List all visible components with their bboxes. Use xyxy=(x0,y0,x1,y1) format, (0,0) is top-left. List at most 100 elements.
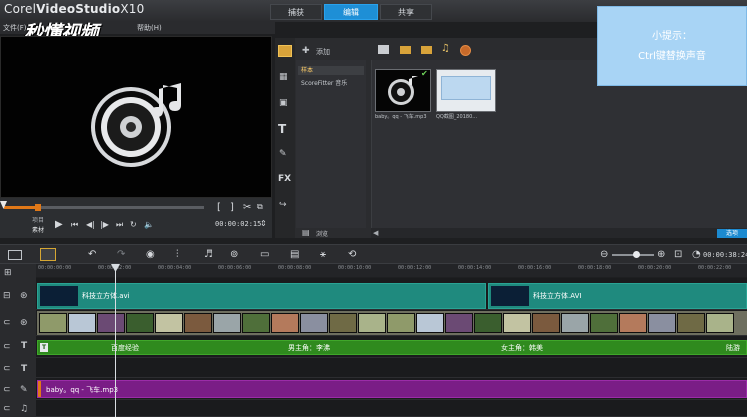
graphic-icon[interactable]: ✎ xyxy=(279,149,287,159)
split-screen-icon[interactable]: ⚹ xyxy=(320,249,326,260)
filter-icon[interactable]: FX xyxy=(278,174,291,184)
media-category-icon[interactable] xyxy=(278,45,292,57)
subtitle-editor-icon[interactable]: ▭ xyxy=(260,249,269,260)
menu-file[interactable]: 文件(F) xyxy=(3,23,27,33)
split-icon[interactable]: ✂ xyxy=(243,202,251,213)
overlay-track-icon: ⊛ xyxy=(20,318,28,328)
library-folder-scorefitter[interactable]: ScoreFitter 音乐 xyxy=(298,79,364,88)
previous-frame-icon[interactable]: ◀| xyxy=(86,220,95,229)
photo-thumb xyxy=(503,313,531,333)
library-folder-sample[interactable]: 样本 xyxy=(298,66,364,75)
transition-icon[interactable]: ▣ xyxy=(279,98,288,108)
library-thumb-image-caption: QQ截图_20180... xyxy=(436,114,478,120)
storyboard-view-icon[interactable] xyxy=(8,250,22,260)
ruler-label: 00:00:16:00 xyxy=(518,265,552,271)
mode-clip[interactable]: 素材 xyxy=(32,225,44,234)
tip-title: 小提示： xyxy=(652,31,692,42)
zoom-in-icon[interactable]: ⊕ xyxy=(657,249,665,260)
ruler-label: 00:00:06:00 xyxy=(218,265,252,271)
photo-thumb xyxy=(416,313,444,333)
browse-label[interactable]: 浏览 xyxy=(316,229,328,238)
undo-icon[interactable]: ↶ xyxy=(88,249,96,260)
add-folder-label[interactable]: 添加 xyxy=(316,47,330,57)
track-lock-icon[interactable]: ⊂ xyxy=(3,318,11,328)
photo-thumb xyxy=(97,313,125,333)
multi-trim-icon[interactable]: ▤ xyxy=(290,249,299,260)
fit-project-icon[interactable]: ⊡ xyxy=(674,249,682,260)
title-icon[interactable]: T xyxy=(278,122,286,136)
sound-mixer-icon[interactable]: ⫶ xyxy=(176,249,179,260)
mask-creator-icon[interactable]: ⟲ xyxy=(348,249,356,260)
music-file-icon xyxy=(91,83,181,167)
auto-music-icon[interactable]: ♬ xyxy=(204,249,213,260)
timeline-view-icon[interactable] xyxy=(40,248,56,261)
next-frame-icon[interactable]: |▶ xyxy=(100,220,109,229)
timecode[interactable]: 00:00:02:15 xyxy=(215,220,261,228)
record-capture-icon[interactable]: ◉ xyxy=(146,249,155,260)
ruler-label: 00:00:20:00 xyxy=(638,265,672,271)
redo-icon[interactable]: ↷ xyxy=(117,249,125,260)
import-folder-icon[interactable] xyxy=(378,45,389,54)
photo-thumb xyxy=(300,313,328,333)
title-track-2[interactable] xyxy=(36,358,747,378)
title-track-2-icon: T xyxy=(21,364,28,374)
video-filter-icon[interactable] xyxy=(400,46,411,54)
library-thumb-audio-caption: baby。qq - 飞车.mp3 xyxy=(375,114,427,120)
title-track-lock-icon[interactable]: ⊂ xyxy=(3,342,11,352)
mark-out-button[interactable]: ] xyxy=(230,202,234,213)
volume-icon[interactable]: 🔈 xyxy=(144,220,154,229)
library-thumb-image[interactable] xyxy=(436,69,496,112)
music-track[interactable] xyxy=(36,400,747,417)
scrubber-handle[interactable] xyxy=(35,204,41,211)
photo-thumb xyxy=(648,313,676,333)
sort-icon[interactable] xyxy=(460,45,471,56)
ruler-label: 00:00:12:00 xyxy=(398,265,432,271)
photo-thumb xyxy=(532,313,560,333)
show-all-tracks-icon[interactable]: ⊞ xyxy=(4,268,12,278)
music-clip[interactable]: baby。qq - 飞车.mp3 xyxy=(37,380,747,398)
title-track-icon: T xyxy=(21,341,28,351)
video-clip[interactable]: 科技立方体.AVI xyxy=(488,283,747,309)
video-clip[interactable]: 科技立方体.avi xyxy=(37,283,486,309)
zoom-slider-handle[interactable] xyxy=(633,251,640,258)
options-button[interactable]: 选项 xyxy=(717,229,747,238)
mode-project[interactable]: 项目 xyxy=(32,215,44,224)
overlay-track-toggle-icon[interactable]: ⊟ xyxy=(3,291,11,301)
ruler-label: 00:00:14:00 xyxy=(458,265,492,271)
browse-icon[interactable]: ▤ xyxy=(302,228,310,237)
enlarge-icon[interactable]: ⧉ xyxy=(257,202,263,212)
mark-in-button[interactable]: [ xyxy=(217,202,221,213)
title-clip[interactable]: T 百度经验 男主角：李沸 女主角：韩美 陆游 xyxy=(37,340,747,355)
app-title-product: VideoStudio xyxy=(36,2,121,16)
home-icon[interactable]: ⏮ xyxy=(71,220,78,230)
scroll-left-icon[interactable]: ◀ xyxy=(373,229,378,237)
playhead[interactable] xyxy=(115,264,116,417)
photo-thumb xyxy=(619,313,647,333)
repeat-icon[interactable]: ↻ xyxy=(130,220,137,229)
title-track2-lock-icon[interactable]: ⊂ xyxy=(3,364,11,374)
motion-track-icon[interactable]: ⊚ xyxy=(230,249,238,260)
menu-help[interactable]: 帮助(H) xyxy=(137,23,162,33)
audio-filter-icon[interactable]: ♫ xyxy=(441,43,450,54)
ruler-label: 00:00:18:00 xyxy=(578,265,612,271)
tab-edit[interactable]: 编辑 xyxy=(324,4,378,20)
tab-share[interactable]: 共享 xyxy=(380,4,432,20)
photo-filter-icon[interactable] xyxy=(421,46,432,54)
path-icon[interactable]: ↪ xyxy=(279,200,287,210)
photo-thumb xyxy=(271,313,299,333)
add-folder-icon[interactable]: ✚ xyxy=(302,46,310,56)
music-track-lock-icon[interactable]: ⊂ xyxy=(3,404,11,414)
instant-project-icon[interactable]: ▦ xyxy=(279,72,288,82)
timecode-stepper[interactable]: ⇕ xyxy=(260,219,267,228)
preview-player[interactable] xyxy=(0,36,272,198)
photo-thumb xyxy=(358,313,386,333)
play-icon[interactable]: ▶ xyxy=(55,219,63,230)
zoom-out-icon[interactable]: ⊖ xyxy=(600,249,608,260)
photo-thumb xyxy=(474,313,502,333)
voice-track-lock-icon[interactable]: ⊂ xyxy=(3,385,11,395)
library-scrollbar[interactable] xyxy=(371,228,747,238)
tab-capture[interactable]: 捕获 xyxy=(270,4,322,20)
title-text: 女主角：韩美 xyxy=(501,344,543,352)
end-icon[interactable]: ⏭ xyxy=(116,220,123,230)
clip-trim-handle[interactable] xyxy=(38,381,41,397)
